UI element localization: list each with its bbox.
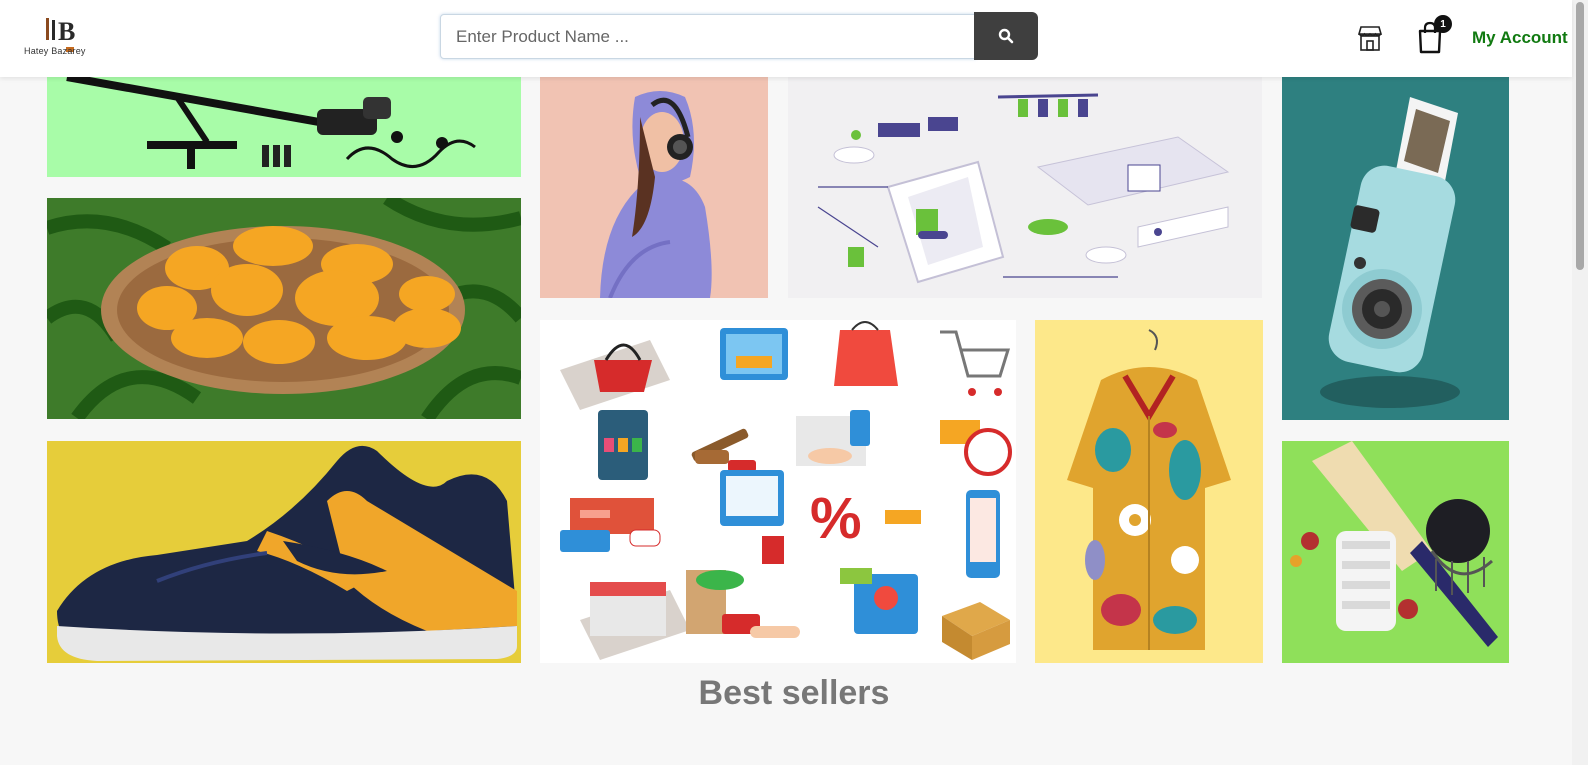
hawaiian-shirt-image [1067, 329, 1231, 650]
scrollbar-thumb[interactable] [1576, 2, 1584, 270]
product-tile-isometric-store[interactable] [788, 77, 1262, 298]
product-tile-sneaker[interactable] [47, 441, 521, 663]
product-tile-microphone[interactable] [47, 77, 521, 177]
product-tile-shirt[interactable] [1035, 320, 1263, 663]
cricket-gear-image [1290, 441, 1498, 647]
logo-caption: Hatey Bazarey [24, 46, 86, 56]
search-button[interactable] [974, 12, 1038, 60]
my-account-link[interactable]: My Account [1472, 28, 1568, 48]
search-bar [440, 12, 1038, 60]
top-navbar: B Hatey Bazarey 1 My Account [0, 0, 1572, 77]
store-icon[interactable] [1356, 24, 1384, 52]
svg-text:%: % [810, 486, 862, 551]
product-tile-mangoes[interactable] [47, 198, 521, 419]
cart-count-badge: 1 [1434, 15, 1452, 33]
product-tile-camera[interactable] [1282, 77, 1509, 420]
search-input[interactable] [440, 14, 976, 59]
headphones-image [600, 91, 712, 298]
page-scrollbar[interactable] [1572, 0, 1588, 765]
isometric-store-image [817, 93, 1230, 284]
best-sellers-heading: Best sellers [698, 674, 890, 712]
cart-button[interactable]: 1 [1412, 14, 1452, 54]
sneaker-image [57, 445, 517, 661]
mango-basket-image [47, 198, 521, 419]
shopping-icons-image: % [560, 321, 1012, 660]
product-tile-cricket[interactable] [1282, 441, 1509, 663]
svg-text:B: B [58, 17, 75, 46]
microphone-arm-image [66, 77, 476, 169]
instant-camera-image [1320, 97, 1460, 408]
product-tile-headphones[interactable] [540, 77, 768, 298]
search-icon [998, 28, 1014, 44]
product-tile-shopping-icons[interactable]: % [540, 320, 1016, 663]
